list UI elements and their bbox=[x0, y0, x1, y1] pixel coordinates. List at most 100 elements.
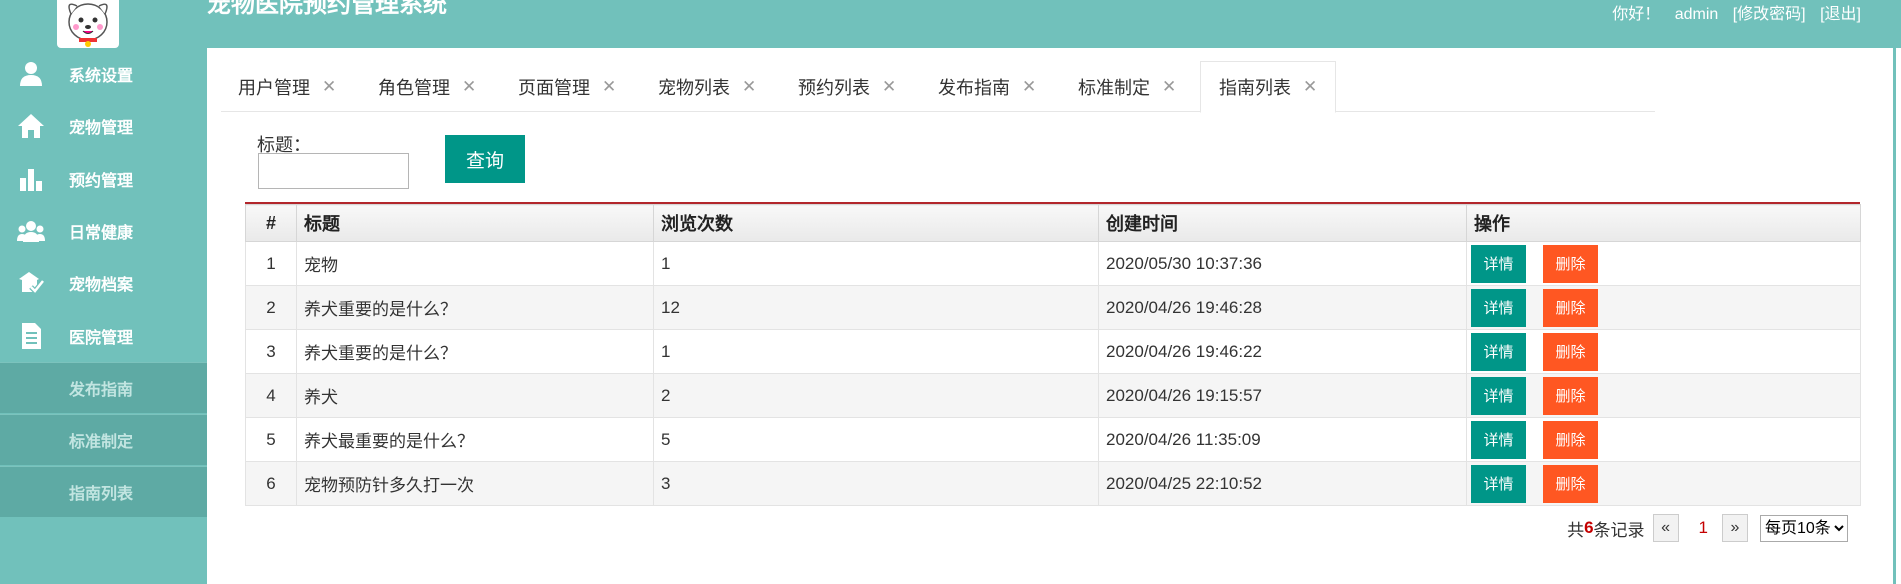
column-header: 浏览次数 bbox=[653, 204, 1099, 242]
tab-user-management[interactable]: 用户管理 ✕ bbox=[238, 61, 336, 112]
row-title: 宠物预防针多久打一次 bbox=[296, 461, 654, 506]
tab-bar: 用户管理 ✕ 角色管理 ✕ 页面管理 ✕ 宠物列表 ✕ 预约列表 ✕ 发布指南 ✕ 标准制定… bbox=[221, 61, 1655, 113]
tab-guide-list[interactable]: 指南列表 ✕ bbox=[1200, 61, 1337, 113]
scrollbar-track[interactable] bbox=[1893, 0, 1896, 584]
sidebar-item-appointment-management[interactable]: 预约管理 bbox=[0, 153, 207, 205]
tab-page-management[interactable]: 页面管理 ✕ bbox=[518, 61, 616, 112]
row-number: 4 bbox=[245, 373, 297, 418]
row-created: 2020/04/26 19:15:57 bbox=[1098, 373, 1467, 418]
tab-label: 用户管理 bbox=[238, 77, 310, 98]
page-size-select[interactable]: 每页10条 bbox=[1760, 514, 1848, 542]
detail-button[interactable]: 详情 bbox=[1471, 244, 1526, 283]
table-row: 3 养犬重要的是什么？ 1 2020/04/26 19:46:22 详情 删除 bbox=[245, 329, 1861, 374]
app-title: 宠物医院预约管理系统 bbox=[207, 0, 447, 18]
guide-table: # 标题 浏览次数 创建时间 操作 1 宠物 1 2020/05/30 10:3… bbox=[245, 202, 1861, 506]
close-icon[interactable]: ✕ bbox=[1022, 77, 1036, 97]
row-title: 养犬最重要的是什么？ bbox=[296, 417, 654, 462]
close-icon[interactable]: ✕ bbox=[1303, 77, 1317, 97]
pet-check-icon bbox=[17, 270, 45, 296]
row-created: 2020/04/26 19:46:22 bbox=[1098, 329, 1467, 374]
sidebar-subitem-publish-guide[interactable]: 发布指南 bbox=[0, 362, 207, 413]
total-count: 6 bbox=[1584, 518, 1594, 537]
close-icon[interactable]: ✕ bbox=[742, 77, 756, 97]
table-row: 6 宠物预防针多久打一次 3 2020/04/25 22:10:52 详情 删除 bbox=[245, 461, 1861, 506]
sidebar-item-label: 宠物档案 bbox=[69, 277, 134, 294]
detail-button[interactable]: 详情 bbox=[1471, 332, 1526, 371]
sidebar-subitem-label: 发布指南 bbox=[69, 382, 134, 399]
column-header: 创建时间 bbox=[1098, 204, 1467, 242]
row-title: 养犬重要的是什么？ bbox=[296, 285, 654, 330]
close-icon[interactable]: ✕ bbox=[602, 77, 616, 97]
sidebar-subitem-guide-list[interactable]: 指南列表 bbox=[0, 466, 207, 517]
delete-button[interactable]: 删除 bbox=[1543, 244, 1598, 283]
username-link[interactable]: admin bbox=[1675, 6, 1719, 23]
query-button[interactable]: 查询 bbox=[445, 135, 525, 183]
tab-appointment-list[interactable]: 预约列表 ✕ bbox=[798, 61, 896, 112]
detail-button[interactable]: 详情 bbox=[1471, 464, 1526, 503]
delete-button[interactable]: 删除 bbox=[1543, 464, 1598, 503]
sidebar-item-label: 预约管理 bbox=[69, 173, 134, 190]
prev-page-button[interactable]: « bbox=[1652, 514, 1679, 542]
row-views: 12 bbox=[653, 285, 1099, 330]
close-icon[interactable]: ✕ bbox=[322, 77, 336, 97]
row-actions: 详情 删除 bbox=[1466, 285, 1861, 330]
row-actions: 详情 删除 bbox=[1466, 373, 1861, 418]
sidebar-subitem-standard-setting[interactable]: 标准制定 bbox=[0, 414, 207, 465]
column-header: # bbox=[245, 204, 297, 242]
tab-pet-list[interactable]: 宠物列表 ✕ bbox=[658, 61, 756, 112]
column-header: 操作 bbox=[1466, 204, 1861, 242]
tab-standard-setting[interactable]: 标准制定 ✕ bbox=[1078, 61, 1176, 112]
sidebar-item-daily-health[interactable]: 日常健康 bbox=[0, 205, 207, 257]
logout-link[interactable]: [退出] bbox=[1820, 6, 1861, 23]
table-row: 4 养犬 2 2020/04/26 19:15:57 详情 删除 bbox=[245, 373, 1861, 418]
detail-button[interactable]: 详情 bbox=[1471, 420, 1526, 459]
user-icon bbox=[17, 61, 45, 87]
sidebar-subitem-label: 标准制定 bbox=[69, 434, 134, 451]
sidebar-item-pet-management[interactable]: 宠物管理 bbox=[0, 100, 207, 152]
table-row: 5 养犬最重要的是什么？ 5 2020/04/26 11:35:09 详情 删除 bbox=[245, 417, 1861, 462]
tab-label: 角色管理 bbox=[378, 77, 450, 98]
search-title-input[interactable] bbox=[258, 153, 409, 189]
document-icon bbox=[17, 323, 45, 349]
delete-button[interactable]: 删除 bbox=[1543, 376, 1598, 415]
next-page-button[interactable]: » bbox=[1722, 514, 1748, 542]
delete-button[interactable]: 删除 bbox=[1543, 420, 1598, 459]
row-created: 2020/05/30 10:37:36 bbox=[1098, 241, 1467, 286]
close-icon[interactable]: ✕ bbox=[1162, 77, 1176, 97]
tab-label: 预约列表 bbox=[798, 77, 870, 98]
close-icon[interactable]: ✕ bbox=[882, 77, 896, 97]
total-prefix: 共 bbox=[1567, 520, 1585, 540]
change-password-link[interactable]: [修改密码] bbox=[1733, 6, 1806, 23]
total-suffix: 条记录 bbox=[1593, 520, 1645, 540]
detail-button[interactable]: 详情 bbox=[1471, 288, 1526, 327]
sidebar-item-hospital-management[interactable]: 医院管理 bbox=[0, 310, 207, 362]
sidebar-item-pet-records[interactable]: 宠物档案 bbox=[0, 257, 207, 309]
table-row: 2 养犬重要的是什么？ 12 2020/04/26 19:46:28 详情 删除 bbox=[245, 285, 1861, 330]
delete-button[interactable]: 删除 bbox=[1543, 288, 1598, 327]
row-number: 2 bbox=[245, 285, 297, 330]
tab-label: 宠物列表 bbox=[658, 77, 730, 98]
row-title: 养犬重要的是什么？ bbox=[296, 329, 654, 374]
table-header-row: # 标题 浏览次数 创建时间 操作 bbox=[245, 204, 1861, 242]
sidebar-subitem-label: 指南列表 bbox=[69, 486, 134, 503]
row-actions: 详情 删除 bbox=[1466, 241, 1861, 286]
tab-label: 页面管理 bbox=[518, 77, 590, 98]
row-title: 养犬 bbox=[296, 373, 654, 418]
tab-publish-guide[interactable]: 发布指南 ✕ bbox=[938, 61, 1036, 112]
table-row: 1 宠物 1 2020/05/30 10:37:36 详情 删除 bbox=[245, 241, 1861, 286]
sidebar-item-system-settings[interactable]: 系统设置 bbox=[0, 48, 207, 100]
row-created: 2020/04/26 11:35:09 bbox=[1098, 417, 1467, 462]
current-page[interactable]: 1 bbox=[1699, 518, 1708, 538]
delete-button[interactable]: 删除 bbox=[1543, 332, 1598, 371]
user-area: 你好！ admin [修改密码] [退出] bbox=[1602, 0, 1861, 24]
tab-role-management[interactable]: 角色管理 ✕ bbox=[378, 61, 476, 112]
row-views: 5 bbox=[653, 417, 1099, 462]
row-created: 2020/04/26 19:46:28 bbox=[1098, 285, 1467, 330]
sidebar-item-label: 医院管理 bbox=[69, 330, 134, 347]
detail-button[interactable]: 详情 bbox=[1471, 376, 1526, 415]
row-views: 3 bbox=[653, 461, 1099, 506]
row-number: 3 bbox=[245, 329, 297, 374]
row-views: 2 bbox=[653, 373, 1099, 418]
close-icon[interactable]: ✕ bbox=[462, 77, 476, 97]
row-title: 宠物 bbox=[296, 241, 654, 286]
